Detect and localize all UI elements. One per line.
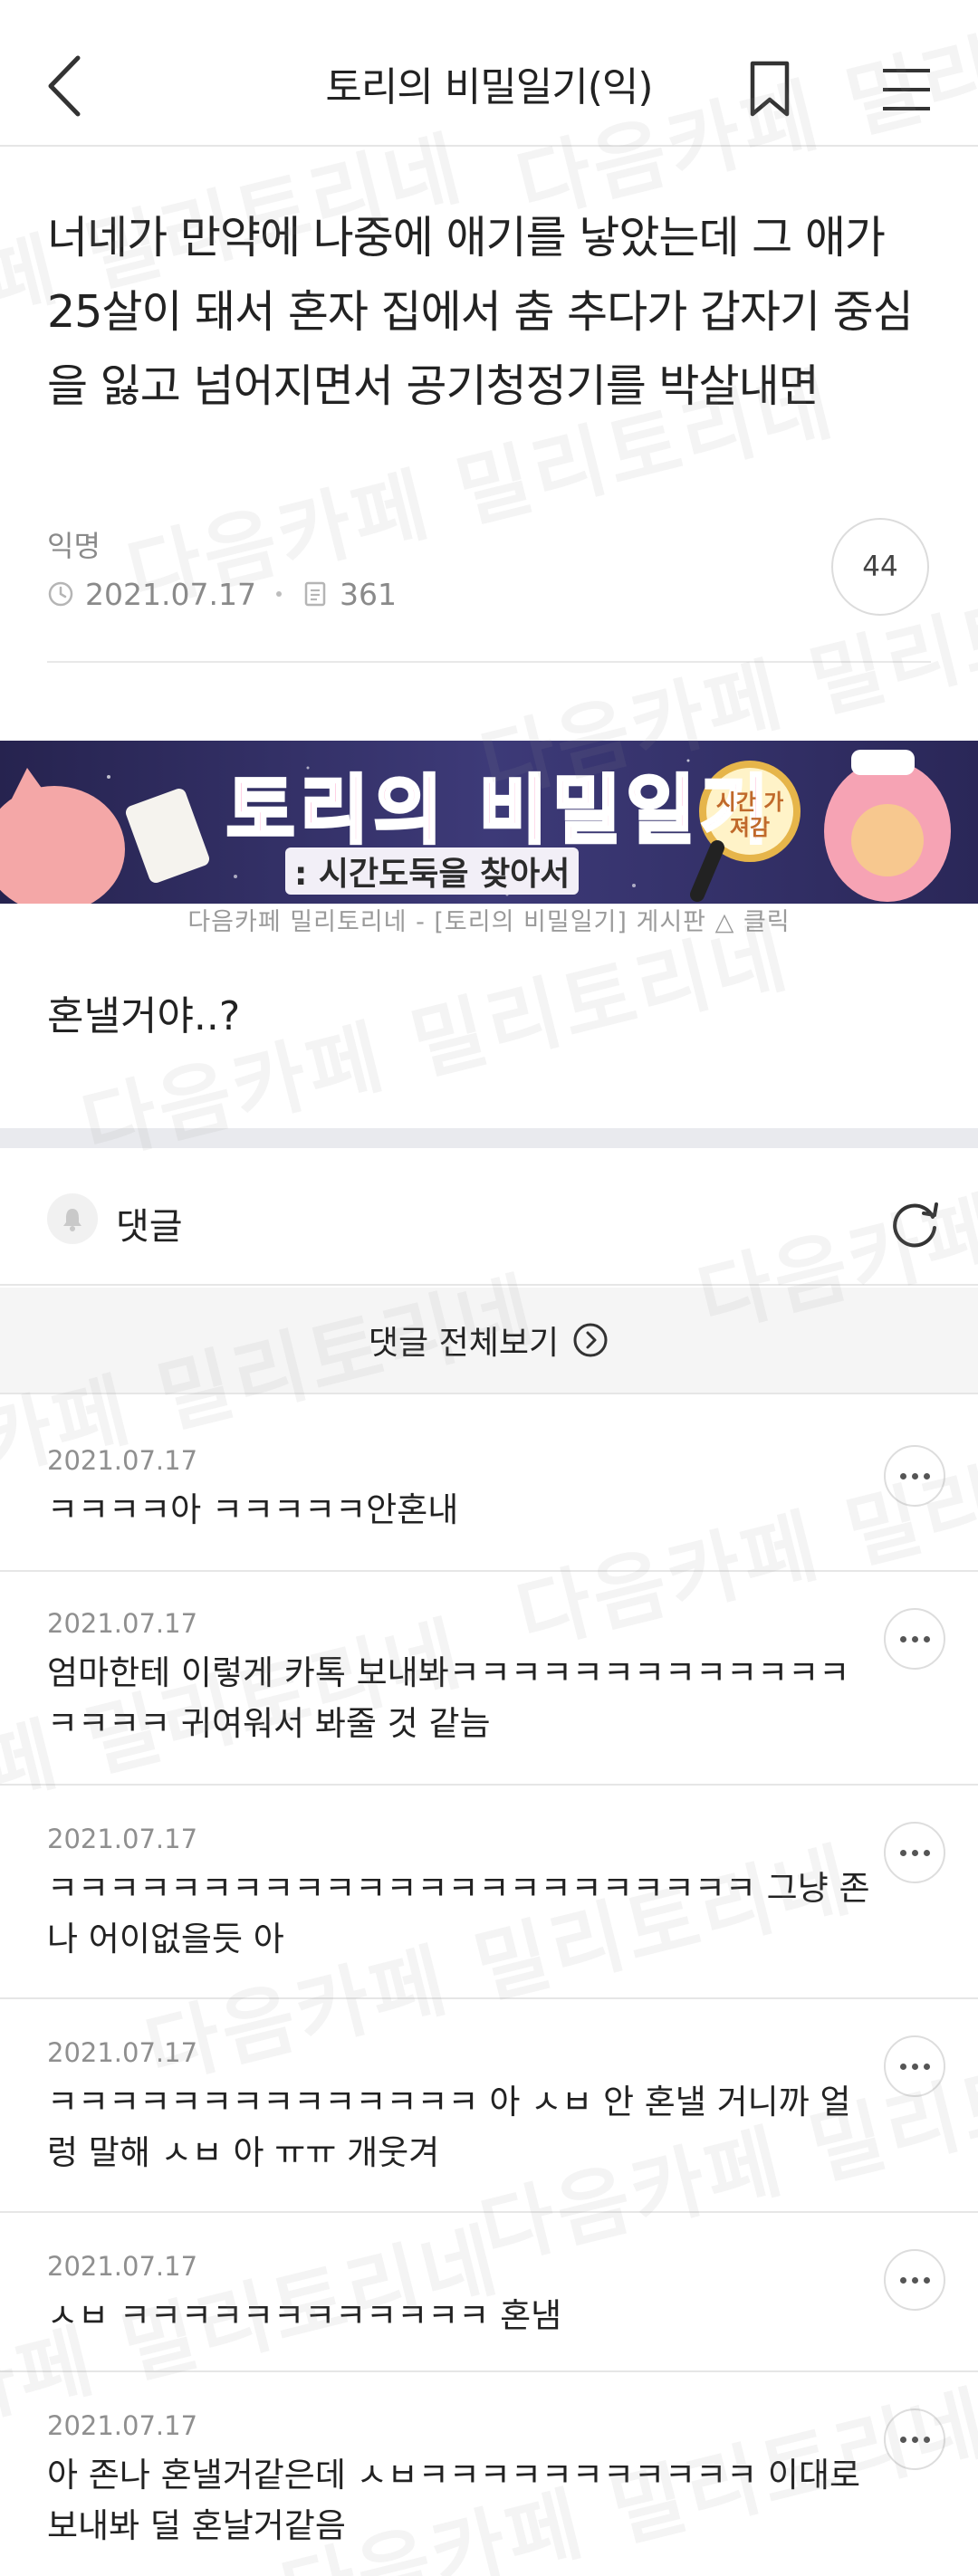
board-title: 토리의 비밀일기(익) bbox=[325, 64, 653, 110]
comment-item: 2021.07.17 ㅋㅋㅋㅋㅋㅋㅋㅋㅋㅋㅋㅋㅋㅋ 아 ㅅㅂ 안 혼낼 거니까 … bbox=[0, 1999, 978, 2213]
banner-title: 토리의 비밀일기 bbox=[225, 766, 774, 856]
refresh-icon[interactable] bbox=[887, 1195, 944, 1251]
more-icon[interactable] bbox=[884, 1445, 945, 1507]
comment-date: 2021.07.17 bbox=[47, 2410, 198, 2441]
more-icon[interactable] bbox=[884, 1608, 945, 1670]
comment-item: 2021.07.17 엄마한테 이렇게 카톡 보내봐ㅋㅋㅋㅋㅋㅋㅋㅋㅋㅋㅋㅋㅋ … bbox=[0, 1572, 978, 1786]
post-date: 2021.07.17 bbox=[85, 576, 256, 612]
view-all-label: 댓글 전체보기 bbox=[368, 1325, 560, 1362]
comments-header: 댓글 bbox=[0, 1148, 978, 1286]
comment-text: 엄마한테 이렇게 카톡 보내봐ㅋㅋㅋㅋㅋㅋㅋㅋㅋㅋㅋㅋㅋ ㅋㅋㅋㅋ 귀여워서 봐… bbox=[47, 1653, 850, 1743]
comment-text: ㅋㅋㅋㅋㅋㅋㅋㅋㅋㅋㅋㅋㅋㅋ 아 ㅅㅂ 안 혼낼 거니까 얼렁 말해 ㅅㅂ 아 … bbox=[47, 2083, 851, 2172]
section-divider bbox=[0, 1128, 978, 1148]
comments-label: 댓글 bbox=[116, 1206, 183, 1248]
more-icon[interactable] bbox=[884, 2408, 945, 2470]
post-author[interactable]: 익명 bbox=[47, 523, 101, 565]
bookmark-icon[interactable] bbox=[748, 60, 791, 118]
comment-item: 2021.07.17 ㅅㅂ ㅋㅋㅋㅋㅋㅋㅋㅋㅋㅋㅋㅋ 혼냄 bbox=[0, 2213, 978, 2372]
top-bar: 토리의 비밀일기(익) bbox=[0, 0, 978, 147]
comment-date: 2021.07.17 bbox=[47, 1445, 198, 1476]
more-icon[interactable] bbox=[884, 2035, 945, 2097]
meta-separator bbox=[275, 591, 282, 597]
banner-caption[interactable]: 다음카페 밀리토리네 - [토리의 비밀일기] 게시판 △ 클릭 bbox=[0, 902, 978, 937]
back-arrow-icon[interactable] bbox=[43, 53, 87, 120]
comment-date: 2021.07.17 bbox=[47, 2037, 198, 2068]
document-icon bbox=[304, 581, 326, 607]
comment-item: 2021.07.17 아 존나 혼낼거같은데 ㅅㅂㅋㅋㅋㅋㅋㅋㅋㅋㅋㅋㅋ 이대로… bbox=[0, 2372, 978, 2576]
post-views: 361 bbox=[339, 576, 397, 612]
comment-item: 2021.07.17 ㅋㅋㅋㅋ아 ㅋㅋㅋㅋㅋ안혼내 bbox=[0, 1394, 978, 1572]
comment-date: 2021.07.17 bbox=[47, 1608, 198, 1639]
more-icon[interactable] bbox=[884, 1822, 945, 1883]
banner-badge: 시간 가져감 bbox=[715, 790, 784, 840]
post-title: 너네가 만약에 나중에 애기를 낳았는데 그 애가 25살이 돼서 혼자 집에서… bbox=[47, 212, 914, 412]
board-banner[interactable]: 토리의 비밀일기 : 시간도둑을 찾아서 시간 가져감 bbox=[0, 741, 978, 904]
view-all-comments-button[interactable]: 댓글 전체보기 bbox=[0, 1288, 978, 1394]
comment-item: 2021.07.17 ㅋㅋㅋㅋㅋㅋㅋㅋㅋㅋㅋㅋㅋㅋㅋㅋㅋㅋㅋㅋㅋㅋㅋ 그냥 존나… bbox=[0, 1786, 978, 1999]
post-meta: 2021.07.17 361 bbox=[47, 576, 397, 612]
comment-text: ㅅㅂ ㅋㅋㅋㅋㅋㅋㅋㅋㅋㅋㅋㅋ 혼냄 bbox=[47, 2296, 562, 2335]
banner-subtitle: : 시간도둑을 찾아서 bbox=[285, 847, 580, 895]
comment-text: 아 존나 혼낼거같은데 ㅅㅂㅋㅋㅋㅋㅋㅋㅋㅋㅋㅋㅋ 이대로 보내봐 덜 혼날거같… bbox=[47, 2456, 861, 2545]
comment-date: 2021.07.17 bbox=[47, 1824, 198, 1854]
clock-icon bbox=[48, 581, 73, 607]
comment-text: ㅋㅋㅋㅋ아 ㅋㅋㅋㅋㅋ안혼내 bbox=[47, 1490, 459, 1529]
more-icon[interactable] bbox=[884, 2249, 945, 2311]
post-body: 혼낼거야..? bbox=[47, 993, 241, 1039]
divider bbox=[47, 661, 931, 663]
comment-date: 2021.07.17 bbox=[47, 2251, 198, 2282]
comment-text: ㅋㅋㅋㅋㅋㅋㅋㅋㅋㅋㅋㅋㅋㅋㅋㅋㅋㅋㅋㅋㅋㅋㅋ 그냥 존나 어이없을듯 아 bbox=[47, 1869, 870, 1958]
comment-count-button[interactable]: 44 bbox=[831, 518, 929, 616]
menu-icon[interactable] bbox=[881, 67, 932, 112]
circle-arrow-icon bbox=[573, 1323, 608, 1357]
bell-icon[interactable] bbox=[47, 1193, 98, 1244]
